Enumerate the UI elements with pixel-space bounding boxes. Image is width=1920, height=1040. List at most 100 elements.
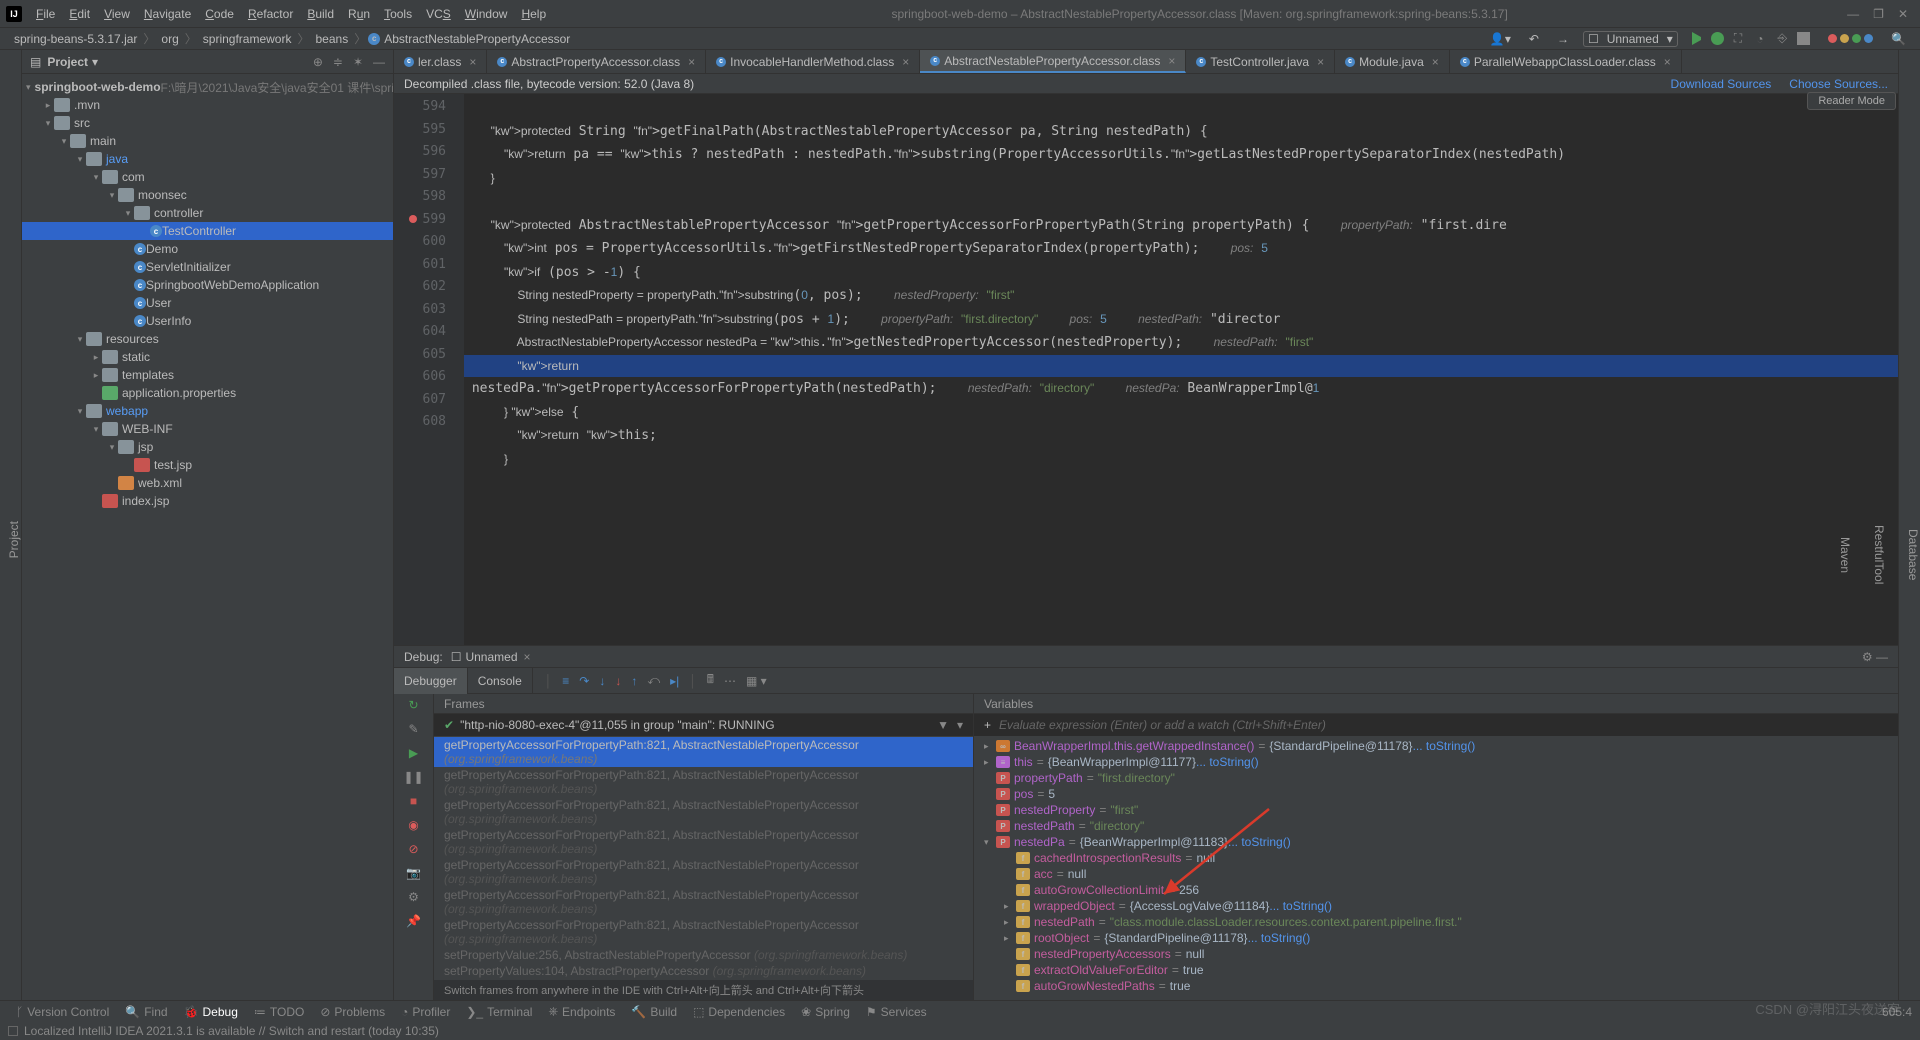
- stack-frame[interactable]: getPropertyAccessorForPropertyPath:821, …: [434, 827, 973, 857]
- stack-frame[interactable]: setPropertyValues:104, AbstractPropertyA…: [434, 963, 973, 979]
- menu-view[interactable]: View: [98, 5, 136, 23]
- variable-row[interactable]: PnestedPath = "directory": [974, 818, 1898, 834]
- menu-navigate[interactable]: Navigate: [138, 5, 197, 23]
- search-icon[interactable]: 🔍: [1887, 32, 1910, 46]
- rail-database[interactable]: Database: [1906, 525, 1920, 584]
- crumb[interactable]: org: [157, 32, 182, 46]
- tree-node[interactable]: ▾main: [22, 132, 393, 150]
- debug-icon[interactable]: [1711, 32, 1724, 45]
- variable-row[interactable]: Ppos = 5: [974, 786, 1898, 802]
- variable-row[interactable]: PnestedProperty = "first": [974, 802, 1898, 818]
- editor-tab[interactable]: cAbstractPropertyAccessor.class×: [487, 50, 706, 73]
- status-item-find[interactable]: 🔍Find: [117, 1005, 175, 1019]
- tree-node[interactable]: ▾WEB-INF: [22, 420, 393, 438]
- resume-icon[interactable]: ▶: [409, 746, 418, 760]
- menu-code[interactable]: Code: [199, 5, 240, 23]
- tree-node[interactable]: cSpringbootWebDemoApplication: [22, 276, 393, 294]
- variable-row[interactable]: fextractOldValueForEditor = true: [974, 962, 1898, 978]
- tree-node[interactable]: cUserInfo: [22, 312, 393, 330]
- status-item-branch[interactable]: ᚴVersion Control: [8, 1005, 117, 1019]
- crumb[interactable]: beans: [312, 32, 353, 46]
- tree-node[interactable]: cTestController: [22, 222, 393, 240]
- gear-icon[interactable]: —: [373, 55, 385, 69]
- variable-row[interactable]: PpropertyPath = "first.directory": [974, 770, 1898, 786]
- thread-selector[interactable]: ✔ "http-nio-8080-exec-4"@11,055 in group…: [434, 714, 973, 736]
- crumb[interactable]: spring-beans-5.3.17.jar: [10, 32, 141, 46]
- stack-frame[interactable]: getPropertyAccessorForPropertyPath:821, …: [434, 887, 973, 917]
- project-label[interactable]: Project: [47, 55, 88, 69]
- status-item-profiler[interactable]: ◔Profiler: [393, 1005, 458, 1019]
- tree-node[interactable]: cDemo: [22, 240, 393, 258]
- stack-frame[interactable]: getPropertyAccessorForPropertyPath:821, …: [434, 857, 973, 887]
- editor-tab[interactable]: cler.class×: [394, 50, 487, 73]
- nav-back-icon[interactable]: ↶: [1525, 32, 1543, 46]
- thread-dump-icon[interactable]: 📷: [406, 866, 421, 880]
- download-sources-link[interactable]: Download Sources: [1671, 77, 1772, 91]
- console-tab[interactable]: Console: [468, 668, 533, 694]
- crumb[interactable]: AbstractNestablePropertyAccessor: [380, 32, 574, 46]
- variable-row[interactable]: ▸≡this = {BeanWrapperImpl@11177} ... toS…: [974, 754, 1898, 770]
- frames-list[interactable]: getPropertyAccessorForPropertyPath:821, …: [434, 736, 973, 980]
- close-icon[interactable]: ✕: [1898, 7, 1908, 21]
- debug-settings-icon[interactable]: ⚙ —: [1862, 650, 1888, 664]
- step-over-icon[interactable]: ↷: [579, 674, 589, 688]
- menu-run[interactable]: Run: [342, 5, 376, 23]
- variable-row[interactable]: facc = null: [974, 866, 1898, 882]
- status-item-todo[interactable]: ≔TODO: [246, 1005, 312, 1019]
- variable-row[interactable]: ▸frootObject = {StandardPipeline@11178} …: [974, 930, 1898, 946]
- nav-fwd-icon[interactable]: →: [1553, 32, 1573, 46]
- menu-build[interactable]: Build: [301, 5, 340, 23]
- variable-row[interactable]: ▸fnestedPath = "class.module.classLoader…: [974, 914, 1898, 930]
- drop-frame-icon[interactable]: ⤺: [647, 673, 660, 688]
- variable-row[interactable]: fautoGrowCollectionLimit = 256: [974, 882, 1898, 898]
- tree-node[interactable]: ▾jsp: [22, 438, 393, 456]
- expand-icon[interactable]: ≑: [333, 55, 343, 69]
- status-item-terminal[interactable]: ❯_Terminal: [458, 1005, 540, 1019]
- run-icon[interactable]: [1692, 32, 1705, 45]
- stack-frame[interactable]: getPropertyAccessorForPropertyPath:821, …: [434, 797, 973, 827]
- project-view-icon[interactable]: ▤: [30, 55, 41, 69]
- tree-node[interactable]: ▾controller: [22, 204, 393, 222]
- evaluate-input[interactable]: + Evaluate expression (Enter) or add a w…: [974, 714, 1898, 736]
- tree-node[interactable]: ▸templates: [22, 366, 393, 384]
- minimize-icon[interactable]: —: [1847, 7, 1859, 21]
- run-to-cursor-icon[interactable]: ▸|: [670, 674, 679, 688]
- step-out-icon[interactable]: ↑: [631, 674, 637, 688]
- user-icon[interactable]: 👤▾: [1486, 32, 1515, 46]
- inspection-dots[interactable]: [1824, 34, 1877, 43]
- coverage-icon[interactable]: ⛶: [1730, 31, 1746, 46]
- editor-tab[interactable]: cAbstractNestablePropertyAccessor.class×: [920, 50, 1186, 73]
- step-into-icon[interactable]: ↓: [599, 674, 605, 688]
- trace-icon[interactable]: ⋯: [724, 674, 736, 688]
- variable-row[interactable]: ▾PnestedPa = {BeanWrapperImpl@11183} ...…: [974, 834, 1898, 850]
- stack-frame[interactable]: setPropertyValue:256, AbstractNestablePr…: [434, 947, 973, 963]
- reader-mode-banner[interactable]: Reader Mode: [1807, 92, 1896, 110]
- editor-tab[interactable]: cTestController.java×: [1186, 50, 1335, 73]
- add-watch-icon[interactable]: +: [984, 718, 991, 732]
- tree-node[interactable]: cUser: [22, 294, 393, 312]
- status-item-endpoints[interactable]: ⎈Endpoints: [540, 1004, 623, 1019]
- debug-session-tab[interactable]: Unnamed: [465, 650, 530, 664]
- tree-node[interactable]: ▾webapp: [22, 402, 393, 420]
- layout-icon[interactable]: ▦ ▾: [746, 674, 777, 688]
- status-item-spring[interactable]: ❀Spring: [793, 1005, 858, 1019]
- variable-row[interactable]: ▸∞BeanWrapperImpl.this.getWrappedInstanc…: [974, 738, 1898, 754]
- tree-node[interactable]: ▸.mvn: [22, 96, 393, 114]
- stop2-icon[interactable]: ■: [410, 794, 417, 808]
- view-bp-icon[interactable]: ◉: [408, 818, 418, 832]
- tree-node[interactable]: ▸static: [22, 348, 393, 366]
- editor-tab[interactable]: cModule.java×: [1335, 50, 1450, 73]
- tree-node[interactable]: ▾src: [22, 114, 393, 132]
- status-item-services[interactable]: ⚑Services: [858, 1005, 935, 1019]
- evaluate-icon[interactable]: 🖩: [707, 670, 714, 691]
- tree-node[interactable]: application.properties: [22, 384, 393, 402]
- status-item-debug[interactable]: 🐞Debug: [176, 1005, 246, 1019]
- status-item-deps[interactable]: ⬚Dependencies: [685, 1005, 793, 1019]
- select-opened-icon[interactable]: ⊕: [313, 55, 323, 69]
- pause-icon[interactable]: ❚❚: [403, 770, 423, 784]
- menu-window[interactable]: Window: [459, 5, 514, 23]
- attach-icon[interactable]: ⎆: [1773, 31, 1791, 46]
- menu-edit[interactable]: Edit: [63, 5, 96, 23]
- menu-refactor[interactable]: Refactor: [242, 5, 299, 23]
- tree-node[interactable]: web.xml: [22, 474, 393, 492]
